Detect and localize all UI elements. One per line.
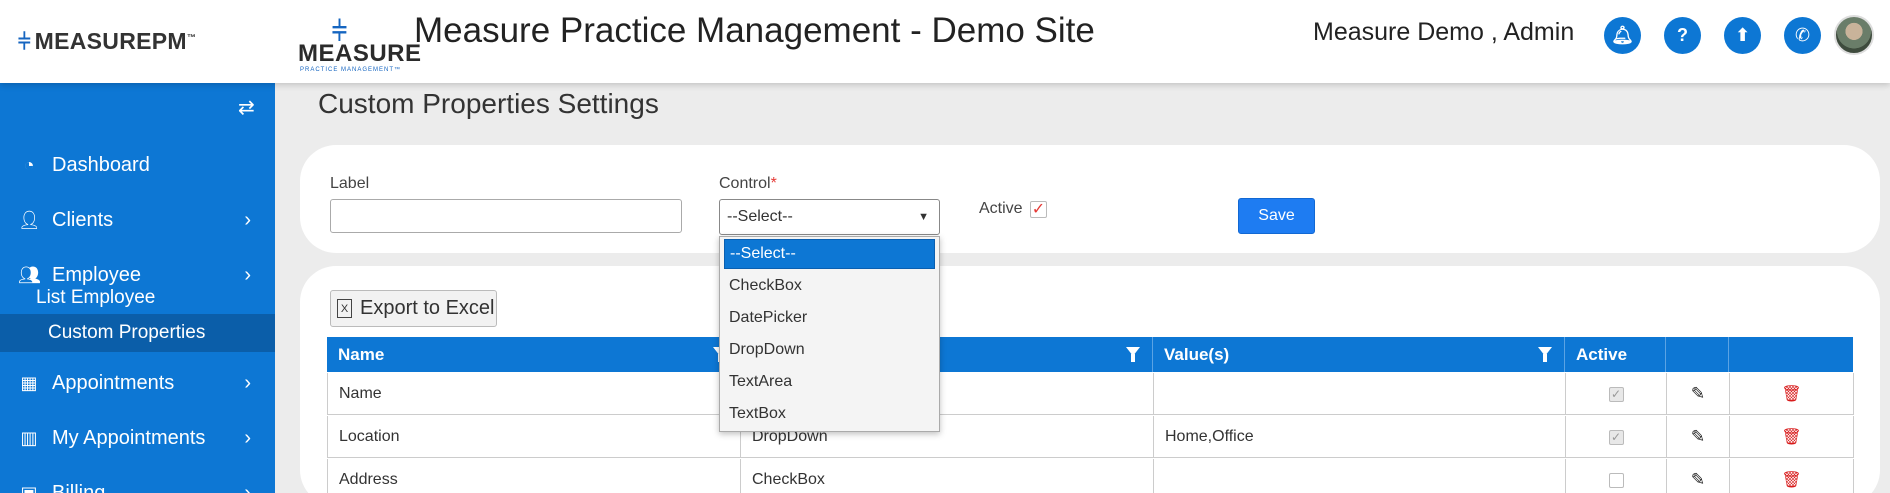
cell-name: Name [328, 373, 741, 415]
cell-values: Home,Office [1154, 416, 1566, 458]
export-excel-label: Export to Excel [360, 297, 495, 319]
sidebar-item-billing[interactable]: ▣ Billing › [0, 473, 275, 493]
cell-edit: ✎ [1667, 459, 1730, 493]
cell-active: ✓ [1566, 373, 1667, 415]
calendar-icon: ▦ [20, 372, 38, 393]
table-header: Name Value(s) Active [327, 337, 1853, 372]
trash-icon[interactable]: 🗑︎ [1781, 427, 1801, 447]
sidebar-subitem-label: Custom Properties [48, 322, 206, 343]
sidebar-subitem-label: List Employee [36, 287, 156, 308]
cell-active [1566, 459, 1667, 493]
save-button[interactable]: Save [1238, 198, 1315, 234]
label-field-label: Label [330, 175, 370, 192]
page-title: Custom Properties Settings [318, 88, 659, 119]
active-checkbox: ✓ [1608, 429, 1624, 445]
cell-values [1154, 373, 1566, 415]
dashboard-icon: ◔ [23, 154, 35, 175]
sidebar-subitem-custom-properties[interactable]: Custom Properties [0, 314, 275, 352]
cell-name: Address [328, 459, 741, 493]
chevron-right-icon: › [244, 426, 251, 449]
top-header: ⫩ MEASUREPM™ ⫩ MEASURE PRACTICE MANAGEME… [0, 0, 1890, 83]
label-input[interactable] [330, 199, 682, 233]
excel-icon: X [337, 299, 352, 318]
cell-active: ✓ [1566, 416, 1667, 458]
sidebar-item-label: Dashboard [52, 153, 150, 176]
column-header-active[interactable]: Active [1565, 337, 1666, 372]
dropdown-option-dropdown[interactable]: DropDown [724, 335, 935, 365]
sidebar-item-label: Appointments [52, 371, 175, 394]
sidebar-item-label: My Appointments [52, 426, 206, 449]
sidebar: ⇄ ◔ Dashboard 👤︎ Clients › 👥︎ Employee ›… [0, 83, 275, 493]
sidebar-subitem-list-employee[interactable]: List Employee [0, 279, 275, 317]
sidebar-item-label: Billing [52, 481, 106, 493]
active-checkbox[interactable]: ✓ [1030, 201, 1047, 218]
chevron-right-icon: › [244, 208, 251, 231]
control-dropdown-list: --Select-- CheckBox DatePicker DropDown … [719, 236, 940, 432]
bell-icon[interactable]: 🔔︎ [1604, 17, 1641, 54]
edit-icon[interactable]: ✎ [1691, 470, 1705, 490]
edit-icon[interactable]: ✎ [1691, 427, 1705, 447]
chevron-right-icon: › [244, 371, 251, 394]
cell-delete: 🗑︎ [1730, 416, 1854, 458]
user-name[interactable]: Measure Demo , Admin [1313, 18, 1574, 47]
measure-logo-subtitle: PRACTICE MANAGEMENT™ [300, 67, 402, 73]
column-header-name[interactable]: Name [327, 337, 740, 372]
edit-icon[interactable]: ✎ [1691, 384, 1705, 404]
brand-mark-icon: ⫩ [18, 28, 31, 54]
table-row: Address CheckBox ✎ 🗑︎ [327, 459, 1854, 493]
dropdown-option-textarea[interactable]: TextArea [724, 367, 935, 397]
control-select-value: --Select-- [727, 208, 793, 225]
column-header-values[interactable]: Value(s) [1153, 337, 1565, 372]
table-row: Location DropDown Home,Office ✓ ✎ 🗑︎ [327, 416, 1854, 458]
column-header-delete [1729, 337, 1853, 372]
user-icon: 👤︎ [18, 209, 41, 230]
billing-icon: ▣ [20, 482, 38, 493]
cell-delete: 🗑︎ [1730, 459, 1854, 493]
trash-icon[interactable]: 🗑︎ [1781, 384, 1801, 404]
filter-icon[interactable] [1126, 347, 1140, 362]
filter-icon[interactable] [1538, 347, 1552, 362]
control-select[interactable]: --Select-- ▼ [719, 199, 940, 235]
dropdown-option-datepicker[interactable]: DatePicker [724, 303, 935, 333]
caret-down-icon: ▼ [918, 211, 929, 223]
active-label: Active [979, 200, 1023, 217]
sidebar-item-dashboard[interactable]: ◔ Dashboard [0, 145, 275, 185]
inactive-checkbox [1608, 472, 1624, 488]
cell-edit: ✎ [1667, 416, 1730, 458]
building-icon: ▥ [20, 427, 38, 448]
measure-logo-word: MEASURE [298, 40, 422, 67]
column-header-label: Active [1576, 344, 1628, 364]
sidebar-toggle-icon[interactable]: ⇄ [238, 95, 255, 120]
brand-logo[interactable]: ⫩ MEASUREPM™ [18, 28, 196, 55]
sidebar-item-appointments[interactable]: ▦ Appointments › [0, 363, 275, 403]
cell-values [1154, 459, 1566, 493]
upload-icon[interactable]: ⬆ [1724, 17, 1761, 54]
dropdown-option-checkbox[interactable]: CheckBox [724, 271, 935, 301]
dropdown-option-select[interactable]: --Select-- [724, 239, 935, 269]
active-checkbox: ✓ [1608, 386, 1624, 402]
sidebar-item-clients[interactable]: 👤︎ Clients › [0, 200, 275, 240]
trash-icon[interactable]: 🗑︎ [1781, 470, 1801, 490]
cell-name: Location [328, 416, 741, 458]
avatar[interactable] [1834, 15, 1874, 55]
cell-delete: 🗑︎ [1730, 373, 1854, 415]
brand-text: MEASUREPM™ [34, 28, 197, 54]
sidebar-item-label: Clients [52, 208, 114, 231]
column-header-label: Value(s) [1164, 344, 1230, 364]
measure-logo: ⫩ MEASURE PRACTICE MANAGEMENT™ [296, 16, 421, 73]
dropdown-option-textbox[interactable]: TextBox [724, 399, 935, 429]
help-icon[interactable]: ? [1664, 17, 1701, 54]
table-row: Name ✓ ✎ 🗑︎ [327, 373, 1854, 415]
cell-control: CheckBox [741, 459, 1154, 493]
export-excel-button[interactable]: X Export to Excel [330, 290, 497, 327]
control-field-label: Control* [719, 175, 777, 192]
phone-icon[interactable]: ✆ [1784, 17, 1821, 54]
sidebar-item-my-appointments[interactable]: ▥ My Appointments › [0, 418, 275, 458]
site-title: Measure Practice Management - Demo Site [414, 11, 1095, 50]
chevron-right-icon: › [244, 481, 251, 493]
cell-edit: ✎ [1667, 373, 1730, 415]
column-header-edit [1666, 337, 1729, 372]
column-header-label: Name [338, 344, 385, 364]
